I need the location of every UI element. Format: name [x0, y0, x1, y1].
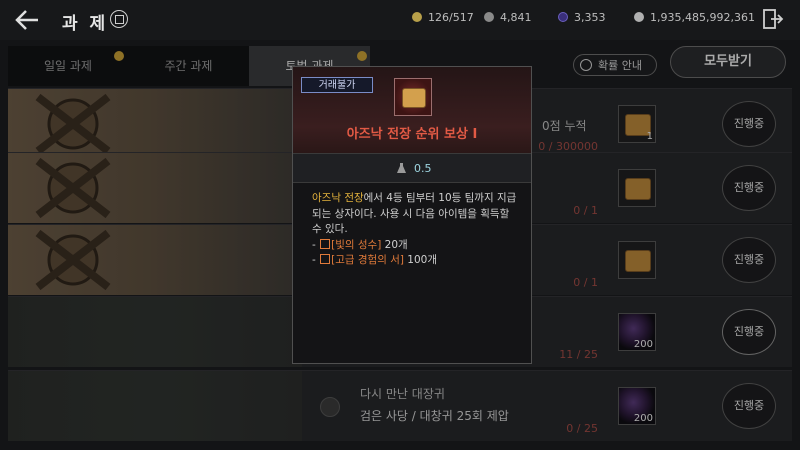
book-icon[interactable]: [110, 10, 128, 28]
silver-coin-icon: [484, 12, 494, 22]
item-name: 아즈낙 전장 순위 보상 I: [346, 127, 478, 142]
weight-value: 0.5: [414, 162, 432, 175]
gold-coin-icon: [634, 12, 644, 22]
currency-gold: 1,935,485,992,361: [634, 11, 755, 24]
back-arrow-icon[interactable]: [14, 8, 40, 32]
stamina-icon: [412, 12, 422, 22]
exit-icon[interactable]: [762, 8, 784, 30]
currency-stamina: 126/517: [412, 11, 474, 24]
weight-icon: [397, 163, 406, 173]
top-bar: 과 제 126/517 4,841 3,353 1,935,485,992,36…: [0, 0, 800, 40]
item-description: 아즈낙 전장에서 4등 팀부터 10등 팀까지 지급되는 상자이다. 사용 시 …: [312, 192, 517, 266]
page-title: 과 제: [62, 14, 109, 34]
currency-silver: 4,841: [484, 11, 532, 24]
gem-icon: [558, 12, 568, 22]
tooltip-header: 거래불가 아즈낙 전장 순위 보상 I: [293, 67, 531, 153]
link-icon: [320, 238, 331, 249]
currency-gem: 3,353: [558, 11, 606, 24]
item-tooltip: 거래불가 아즈낙 전장 순위 보상 I 0.5 아즈낙 전장에서 4등 팀부터 …: [292, 66, 532, 364]
link-icon: [320, 254, 331, 264]
weight-row: 0.5: [293, 153, 531, 183]
untradable-badge: 거래불가: [301, 77, 373, 93]
treasure-chest-icon: [394, 78, 432, 116]
